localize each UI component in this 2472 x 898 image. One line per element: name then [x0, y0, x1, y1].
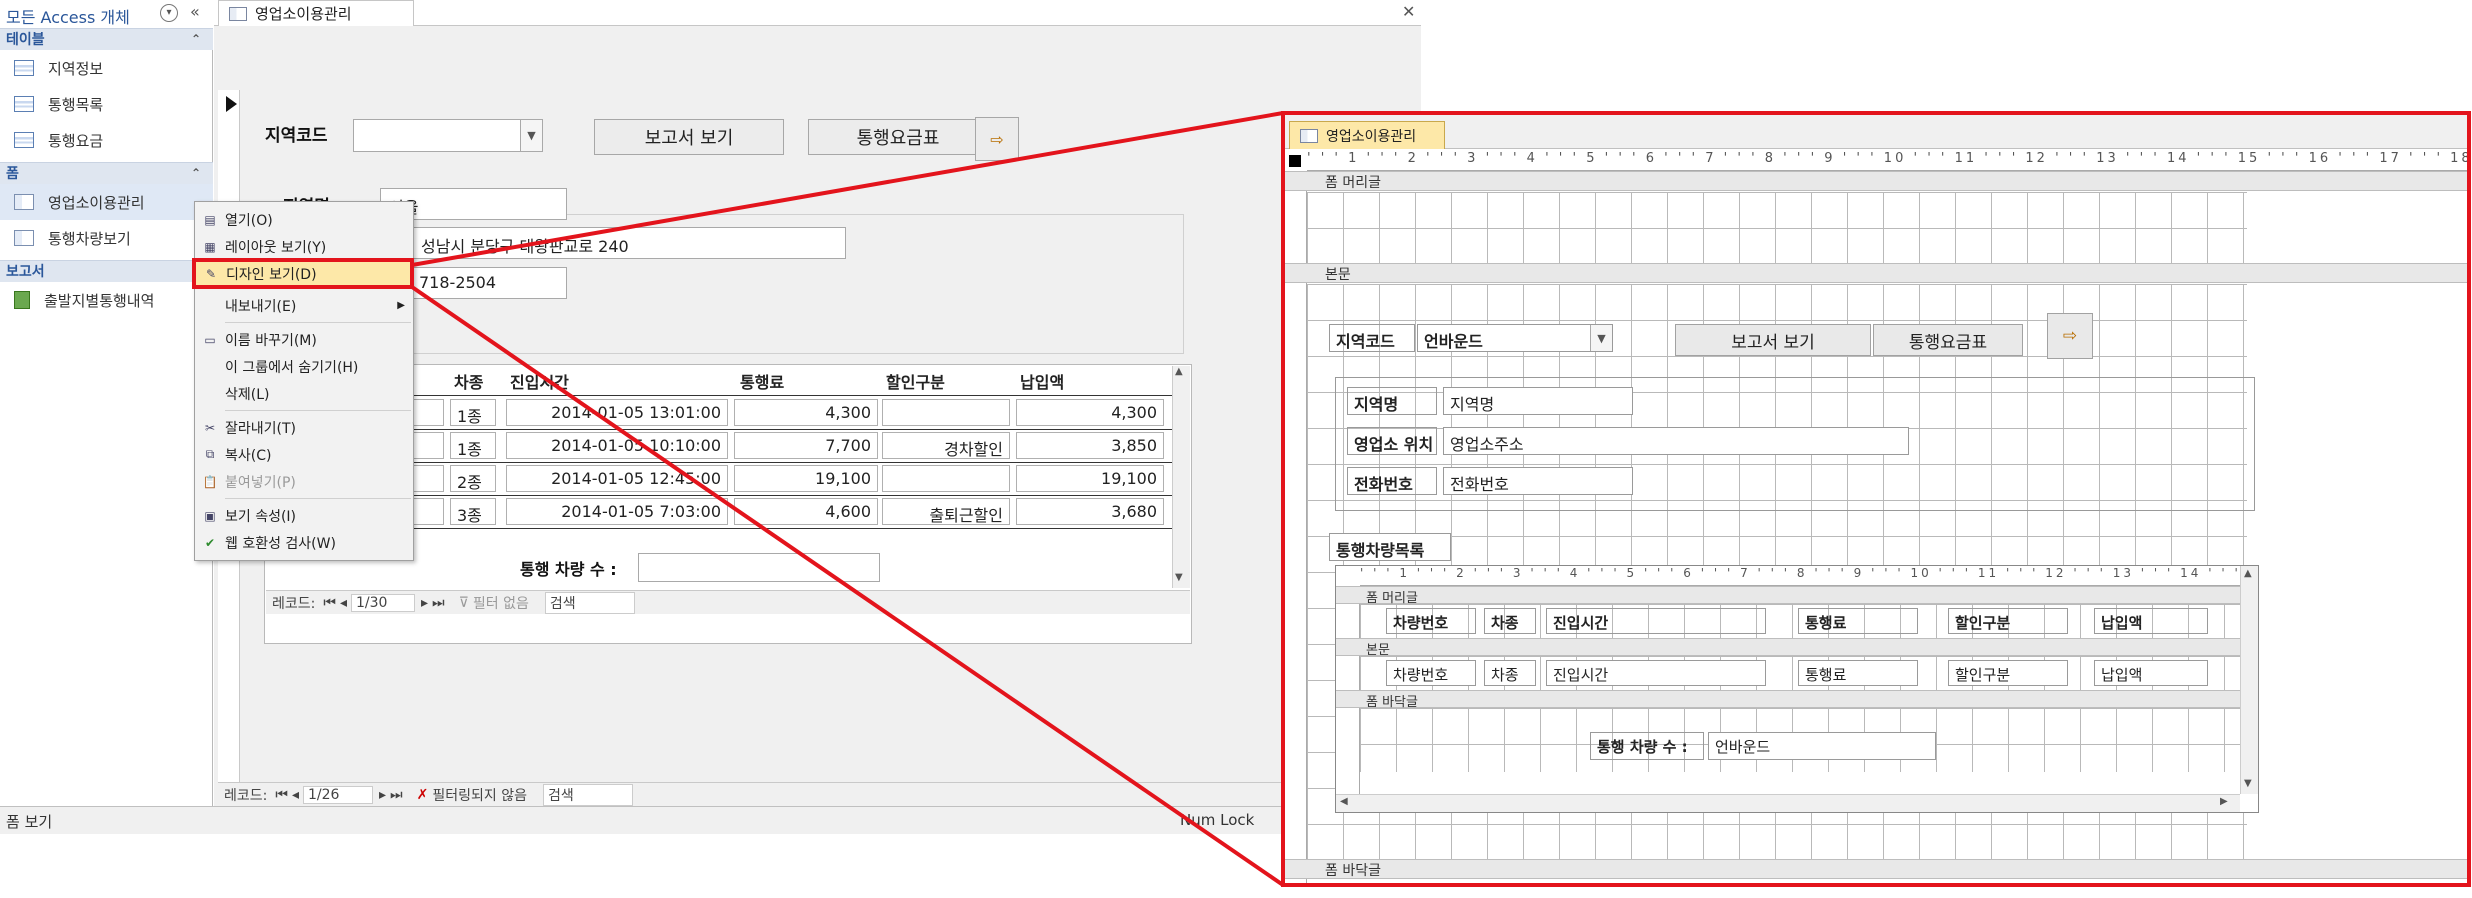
section-label: 본문	[1325, 267, 1351, 283]
scroll-up-icon[interactable]: ▲	[2244, 568, 2252, 579]
design-sub-header-label[interactable]: 할인구분	[1948, 608, 2068, 634]
design-sub-header-label[interactable]: 통행료	[1798, 608, 1918, 634]
section-label: 폼 바닥글	[1325, 863, 1381, 879]
subform-design-hscrollbar[interactable]: ◀ ▶	[1336, 794, 2240, 812]
design-close-button[interactable]: ⇨	[2047, 313, 2093, 359]
detail-bar[interactable]: 본문	[1285, 263, 2467, 283]
design-count-label[interactable]: 통행 차량 수 :	[1590, 732, 1704, 760]
form-selector[interactable]	[1289, 155, 1301, 167]
design-sub-field[interactable]: 납입액	[2094, 660, 2208, 686]
subform-header-bar[interactable]: 폼 머리글	[1336, 586, 2240, 606]
design-region-code-label[interactable]: 지역코드	[1329, 324, 1415, 352]
design-sub-field[interactable]: 통행료	[1798, 660, 1918, 686]
design-tab-bar: 영업소이용관리	[1285, 115, 2467, 149]
exit-door-icon: ⇨	[2062, 326, 2078, 346]
form-header-bar[interactable]: 폼 머리글	[1285, 171, 2467, 191]
design-phone-label[interactable]: 전화번호	[1347, 467, 1437, 495]
control-source: 언바운드	[1424, 332, 1483, 351]
tab-label: 영업소이용관리	[1326, 128, 1417, 145]
design-region-code-combo[interactable]: 언바운드 ▼	[1417, 324, 1613, 352]
design-region-name-field[interactable]: 지역명	[1443, 387, 1633, 415]
design-phone-field[interactable]: 전화번호	[1443, 467, 1633, 495]
design-sub-field[interactable]: 진입시간	[1546, 660, 1766, 686]
design-sub-field[interactable]: 차종	[1484, 660, 1536, 686]
scroll-down-icon[interactable]: ▼	[2244, 778, 2252, 789]
form-icon	[1300, 128, 1318, 143]
subform-detail-bar[interactable]: 본문	[1336, 638, 2240, 658]
design-sub-field[interactable]: 할인구분	[1948, 660, 2068, 686]
design-sub-field[interactable]: 차량번호	[1386, 660, 1476, 686]
design-sub-header-label[interactable]: 납입액	[2094, 608, 2208, 634]
form-footer-bar[interactable]: 폼 바닥글	[1285, 859, 2467, 879]
callout-line-bottom	[410, 285, 1285, 887]
form-header-grid	[1307, 192, 2247, 264]
design-view-canvas: 영업소이용관리 ' ' ' 1 ' ' ' 2 ' ' ' 3 ' ' ' 4 …	[1285, 115, 2467, 883]
design-subform-container[interactable]: ' ' ' 1 ' ' ' 2 ' ' ' 3 ' ' ' 4 ' ' ' 5 …	[1335, 565, 2259, 813]
scroll-right-icon[interactable]: ▶	[2220, 796, 2228, 807]
design-view-panel: 영업소이용관리 ' ' ' 1 ' ' ' 2 ' ' ' 3 ' ' ' 4 …	[1281, 111, 2471, 887]
design-fee-button[interactable]: 통행요금표	[1873, 324, 2023, 356]
design-report-button[interactable]: 보고서 보기	[1675, 324, 1871, 356]
subform-design-scrollbar[interactable]: ▲ ▼	[2240, 566, 2258, 794]
subform-horizontal-ruler: ' ' ' 1 ' ' ' 2 ' ' ' 3 ' ' ' 4 ' ' ' 5 …	[1360, 566, 2240, 586]
subform-footer-bar[interactable]: 폼 바닥글	[1336, 690, 2240, 710]
design-sub-header-label[interactable]: 진입시간	[1546, 608, 1766, 634]
design-region-name-label[interactable]: 지역명	[1347, 387, 1437, 415]
design-count-field[interactable]: 언바운드	[1708, 732, 1936, 760]
chevron-down-icon: ▼	[1590, 325, 1612, 351]
horizontal-ruler: ' ' ' 1 ' ' ' 2 ' ' ' 3 ' ' ' 4 ' ' ' 5 …	[1307, 149, 2467, 171]
design-sub-header-label[interactable]: 차량번호	[1386, 608, 1476, 634]
scroll-left-icon[interactable]: ◀	[1340, 796, 1348, 807]
design-subform-label[interactable]: 통행차량목록	[1329, 533, 1451, 561]
section-label: 폼 머리글	[1325, 175, 1381, 191]
design-sub-header-label[interactable]: 차종	[1484, 608, 1536, 634]
design-address-label[interactable]: 영업소 위치	[1347, 427, 1437, 455]
design-address-field[interactable]: 영업소주소	[1443, 427, 1909, 455]
tab-design-office-usage[interactable]: 영업소이용관리	[1289, 121, 1445, 149]
callout-line-top	[411, 111, 1284, 267]
